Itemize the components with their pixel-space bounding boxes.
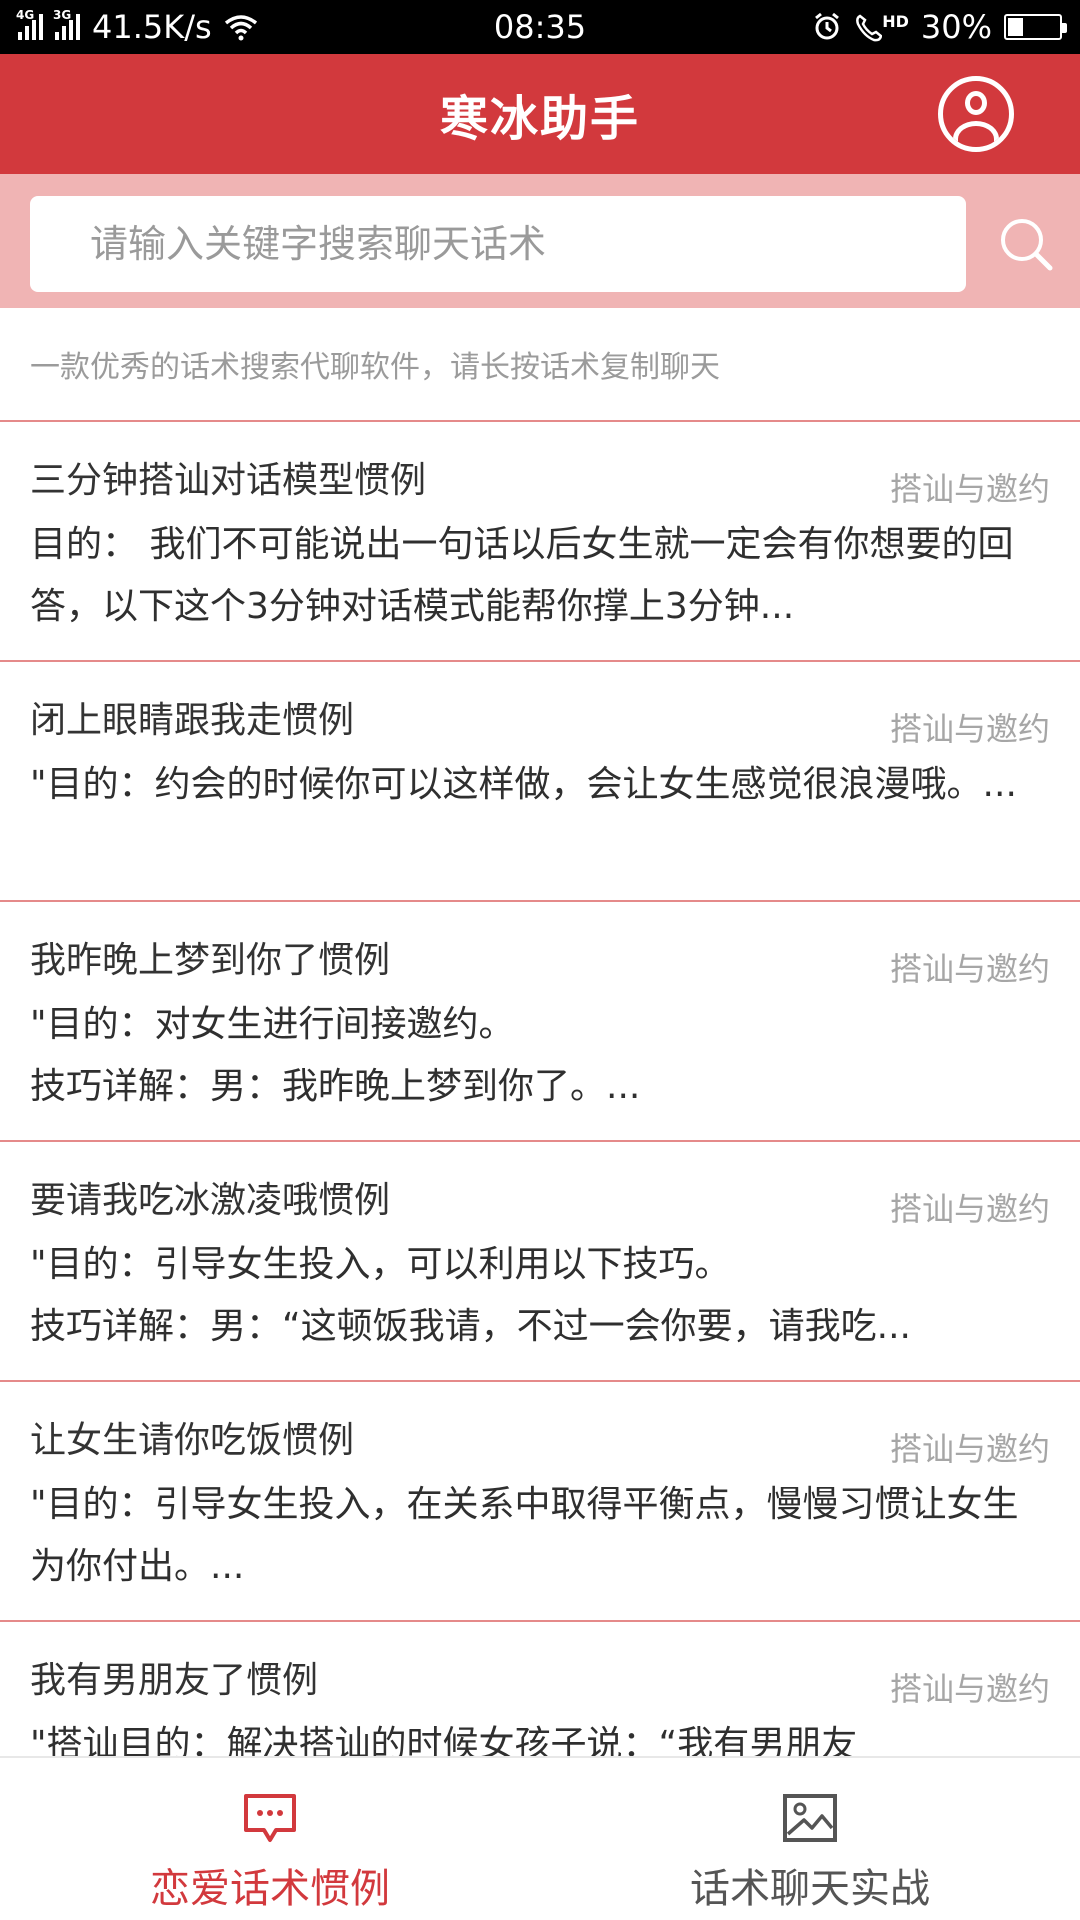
search-input[interactable] <box>30 196 966 292</box>
network-4g-label: 4G <box>16 8 35 22</box>
item-description: "目的：对女生进行间接邀约。 技巧详解：男：我昨晚上梦到你了。... <box>30 1004 641 1107</box>
app-screen: 4G 3G 41.5K/s 08:35 HD 30% 寒冰助手 请输入关键字搜索… <box>0 0 1080 1920</box>
item-title: 我昨晚上梦到你了惯例 <box>30 940 391 981</box>
item-description: "目的：引导女生投入，在关系中取得平衡点，慢慢习惯让女生为你付出。... <box>30 1484 1019 1587</box>
item-title: 闭上眼睛跟我走惯例 <box>30 700 355 741</box>
app-tagline: 一款优秀的话术搜索代聊软件，请长按话术复制聊天 <box>0 308 1080 422</box>
signal-4g-icon: 4G <box>16 8 43 40</box>
item-title: 三分钟搭讪对话模型惯例 <box>30 460 427 501</box>
battery-fill <box>1008 18 1023 36</box>
tab-label: 话术聊天实战 <box>690 1866 930 1912</box>
item-description: "搭讪目的：解决搭讪的时候女孩子说：“我有男朋友 <box>30 1724 858 1758</box>
alarm-icon <box>815 12 840 40</box>
tab-chat-practice[interactable]: 话术聊天实战 <box>540 1758 1080 1920</box>
item-category: 搭讪与邀约 <box>889 1190 1050 1228</box>
signal-3g-icon: 3G <box>53 8 80 40</box>
bottom-nav: 恋爱话术惯例 话术聊天实战 <box>0 1756 1080 1920</box>
list-item[interactable]: 让女生请你吃饭惯例 搭讪与邀约 "目的：引导女生投入，在关系中取得平衡点，慢慢习… <box>0 1382 1080 1622</box>
page-title: 寒冰助手 <box>439 91 640 147</box>
title-bar: 寒冰助手 <box>0 54 1080 174</box>
item-category: 搭讪与邀约 <box>889 710 1050 748</box>
status-left: 4G 3G 41.5K/s <box>16 8 258 46</box>
status-right: HD 30% <box>812 8 1067 46</box>
list-item[interactable]: 我昨晚上梦到你了惯例 搭讪与邀约 "目的：对女生进行间接邀约。 技巧详解：男：我… <box>0 902 1080 1142</box>
script-list: 三分钟搭讪对话模型惯例 搭讪与邀约 目的： 我们不可能说出一句话以后女生就一定会… <box>0 422 1080 1758</box>
chat-bubble-icon <box>244 1794 296 1842</box>
battery-percent: 30% <box>920 8 992 46</box>
list-item[interactable]: 三分钟搭讪对话模型惯例 搭讪与邀约 目的： 我们不可能说出一句话以后女生就一定会… <box>0 422 1080 662</box>
image-icon <box>783 1794 837 1842</box>
profile-button[interactable] <box>938 76 1014 152</box>
tab-love-scripts[interactable]: 恋爱话术惯例 <box>0 1758 540 1920</box>
item-category: 搭讪与邀约 <box>889 1430 1050 1468</box>
item-category: 搭讪与邀约 <box>889 1670 1050 1708</box>
search-bar <box>0 174 1080 308</box>
hd-label: HD <box>882 12 909 31</box>
item-category: 搭讪与邀约 <box>889 470 1050 508</box>
wifi-icon <box>224 15 257 41</box>
item-title: 要请我吃冰激凌哦惯例 <box>30 1180 391 1221</box>
status-bar: 4G 3G 41.5K/s 08:35 HD 30% <box>0 0 1080 54</box>
item-description: 目的： 我们不可能说出一句话以后女生就一定会有你想要的回答，以下这个3分钟对话模… <box>30 524 1014 627</box>
item-title: 让女生请你吃饭惯例 <box>30 1420 355 1461</box>
item-description: "目的：引导女生投入，可以利用以下技巧。 技巧详解：男：“这顿饭我请，不过一会你… <box>30 1244 911 1347</box>
network-speed: 41.5K/s <box>92 8 212 46</box>
item-category: 搭讪与邀约 <box>889 950 1050 988</box>
item-description: "目的：约会的时候你可以这样做，会让女生感觉很浪漫哦。... <box>30 764 1017 805</box>
hd-call-icon: HD <box>854 12 909 42</box>
tab-label: 恋爱话术惯例 <box>150 1866 390 1912</box>
user-icon <box>965 91 987 115</box>
list-item[interactable]: 闭上眼睛跟我走惯例 搭讪与邀约 "目的：约会的时候你可以这样做，会让女生感觉很浪… <box>0 662 1080 902</box>
item-title: 我有男朋友了惯例 <box>30 1660 319 1701</box>
search-icon[interactable] <box>992 210 1062 280</box>
battery-icon <box>1004 14 1067 40</box>
list-item[interactable]: 要请我吃冰激凌哦惯例 搭讪与邀约 "目的：引导女生投入，可以利用以下技巧。 技巧… <box>0 1142 1080 1382</box>
network-3g-label: 3G <box>53 8 72 22</box>
list-item[interactable]: 我有男朋友了惯例 搭讪与邀约 "搭讪目的：解决搭讪的时候女孩子说：“我有男朋友 <box>0 1622 1080 1758</box>
